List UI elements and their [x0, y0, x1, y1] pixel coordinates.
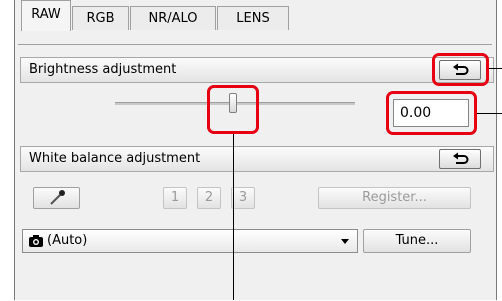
- eyedropper-button[interactable]: [33, 187, 80, 209]
- brightness-section-header: Brightness adjustment: [20, 57, 494, 83]
- white-balance-label: White balance adjustment: [29, 151, 201, 166]
- callout-line-reset: [489, 68, 502, 69]
- tab-nr-alo[interactable]: NR/ALO: [130, 6, 216, 30]
- reset-arrow-icon: [453, 152, 469, 164]
- highlight-value-field: [386, 91, 477, 135]
- white-balance-reset-button[interactable]: [439, 149, 481, 169]
- tab-raw[interactable]: RAW: [21, 0, 71, 31]
- chevron-down-icon: [341, 239, 349, 244]
- highlight-reset-button: [432, 53, 489, 86]
- callout-line-value: [477, 113, 502, 114]
- preset-button-1[interactable]: 1: [163, 187, 187, 209]
- white-balance-dropdown-value: (Auto): [47, 233, 88, 248]
- register-button[interactable]: Register...: [318, 187, 471, 209]
- tab-rgb[interactable]: RGB: [72, 6, 129, 30]
- tab-lens[interactable]: LENS: [217, 6, 289, 30]
- white-balance-section-header: White balance adjustment: [20, 146, 494, 172]
- white-balance-dropdown[interactable]: (Auto): [22, 229, 358, 253]
- tune-button[interactable]: Tune...: [363, 229, 471, 253]
- brightness-label: Brightness adjustment: [29, 62, 177, 77]
- eyedropper-icon: [50, 190, 65, 205]
- callout-line-slider: [233, 134, 234, 300]
- highlight-slider-thumb: [207, 85, 259, 134]
- preset-button-3[interactable]: 3: [231, 187, 255, 209]
- preset-button-2[interactable]: 2: [197, 187, 221, 209]
- camera-icon: [29, 235, 43, 247]
